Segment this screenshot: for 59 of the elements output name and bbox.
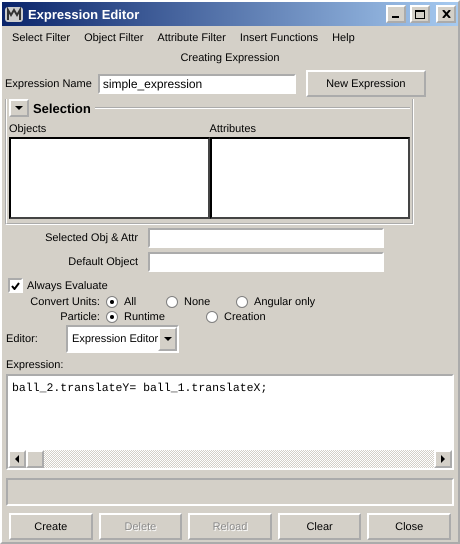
right-arrow-icon: [441, 455, 445, 463]
mode-caption: Creating Expression: [180, 52, 280, 64]
caret-icon: [164, 337, 172, 341]
field-label: Expression Name: [5, 78, 92, 90]
dialog-button[interactable]: Create: [9, 513, 93, 540]
radio-button[interactable]: [106, 296, 118, 308]
scroll-left-button[interactable]: [8, 450, 26, 468]
menu-item[interactable]: Object Filter: [76, 30, 150, 46]
menu-item[interactable]: Help: [324, 30, 361, 46]
app-logo-icon: [4, 5, 24, 23]
radio-dot-icon: [110, 315, 114, 319]
radio-label: None: [184, 296, 210, 308]
text-field[interactable]: [148, 228, 384, 248]
menu-item[interactable]: Insert Functions: [232, 30, 324, 46]
radio-label: Angular only: [254, 296, 316, 308]
field-label: Expression:: [6, 359, 64, 371]
close-button[interactable]: [436, 5, 456, 23]
list-box[interactable]: [210, 137, 410, 219]
left-arrow-icon: [15, 455, 19, 463]
list-header: Attributes: [210, 123, 256, 135]
menu-item[interactable]: Select Filter: [4, 30, 76, 46]
field-label: Editor:: [6, 333, 39, 345]
checkbox[interactable]: [8, 278, 23, 293]
list-box[interactable]: [9, 137, 210, 219]
close-icon: [442, 10, 450, 18]
checkbox-label: Always Evaluate: [27, 280, 108, 292]
radio-button[interactable]: [106, 311, 118, 323]
checkmark-icon: [11, 282, 20, 290]
collapse-button[interactable]: [9, 99, 29, 117]
maximize-icon: [415, 10, 425, 18]
radio-label: All: [124, 296, 136, 308]
minimize-button[interactable]: [386, 5, 406, 23]
radio-label: Runtime: [124, 311, 165, 323]
expression-name-field[interactable]: simple_expression: [98, 74, 296, 94]
new-expression-button[interactable]: New Expression: [306, 70, 426, 97]
radio-dot-icon: [110, 300, 114, 304]
scroll-thumb[interactable]: [26, 450, 44, 468]
scroll-right-button[interactable]: [434, 450, 452, 468]
field-label: Selected Obj & Attr: [44, 232, 139, 244]
expression-text-area[interactable]: ball_2.translateY= ball_1.translateX;: [6, 374, 454, 470]
editor-dropdown[interactable]: Expression Editor: [66, 325, 179, 353]
maximize-button[interactable]: [410, 5, 430, 23]
radio-group-label: Particle:: [59, 311, 101, 323]
window-title: Expression Editor: [28, 6, 140, 22]
radio-button[interactable]: [206, 311, 218, 323]
field-label: Default Object: [67, 256, 139, 268]
dialog-button[interactable]: Clear: [278, 513, 362, 540]
horizontal-scrollbar[interactable]: [8, 450, 452, 468]
radio-group-label: Convert Units:: [29, 296, 101, 308]
radio-button[interactable]: [166, 296, 178, 308]
caret-icon: [15, 106, 23, 110]
dropdown-button[interactable]: [158, 327, 177, 351]
radio-button[interactable]: [236, 296, 248, 308]
text-field[interactable]: [148, 252, 384, 272]
dialog-button[interactable]: Close: [367, 513, 451, 540]
radio-label: Creation: [224, 311, 266, 323]
list-header: Objects: [9, 123, 46, 135]
menu-item[interactable]: Attribute Filter: [149, 30, 232, 46]
section-title: Selection: [33, 100, 91, 116]
